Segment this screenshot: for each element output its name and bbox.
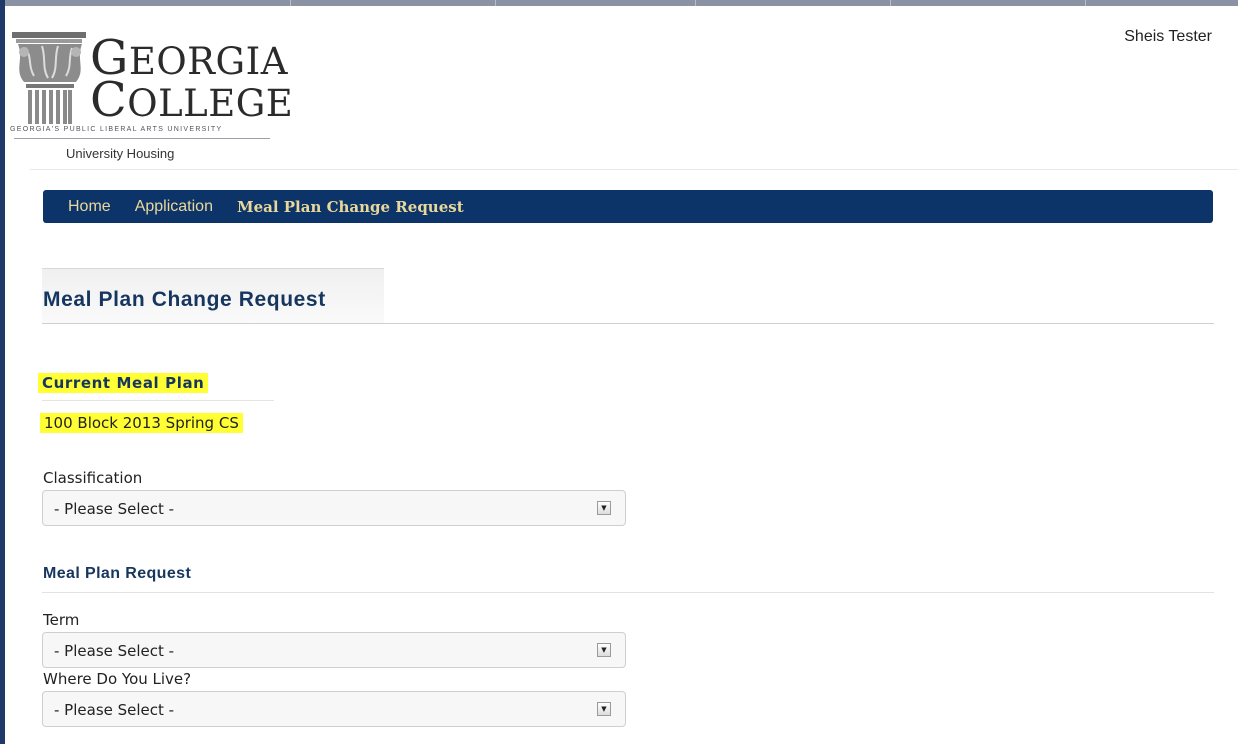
term-select[interactable]: - Please Select - ▼ [42, 632, 626, 668]
residence-select-value: - Please Select - [54, 701, 175, 719]
page-title: Meal Plan Change Request [43, 288, 326, 311]
main-nav: Home Application Meal Plan Change Reques… [43, 190, 1213, 223]
chevron-down-icon[interactable]: ▼ [597, 702, 611, 716]
term-label: Term [43, 611, 80, 629]
residence-select[interactable]: - Please Select - ▼ [42, 691, 626, 727]
logo-tagline: GEORGIA'S PUBLIC LIBERAL ARTS UNIVERSITY [10, 126, 223, 133]
header-divider [30, 169, 1238, 170]
current-meal-plan-divider [42, 400, 274, 401]
logo-word-college: COLLEGE [90, 72, 294, 128]
georgia-college-logo[interactable]: GEORGIA COLLEGE GEORGIA'S PUBLIC LIBERAL… [10, 30, 293, 170]
chevron-down-icon[interactable]: ▼ [597, 501, 611, 515]
meal-plan-request-heading: Meal Plan Request [43, 565, 192, 582]
current-meal-plan-label: Current Meal Plan [38, 373, 209, 393]
left-border [0, 0, 5, 744]
section-divider [42, 592, 1214, 593]
nav-home[interactable]: Home [68, 198, 111, 216]
nav-application[interactable]: Application [135, 198, 213, 216]
term-select-value: - Please Select - [54, 642, 175, 660]
residence-label: Where Do You Live? [43, 670, 192, 688]
logo-divider [14, 138, 270, 139]
chevron-down-icon[interactable]: ▼ [597, 643, 611, 657]
site-header: GEORGIA COLLEGE GEORGIA'S PUBLIC LIBERAL… [6, 6, 1238, 174]
current-meal-plan-value-text: 100 Block 2013 Spring CS [40, 413, 243, 433]
user-name[interactable]: Sheis Tester [1124, 28, 1212, 46]
current-meal-plan-label-text: Current Meal Plan [38, 373, 209, 393]
title-divider [42, 323, 1214, 324]
classification-select-value: - Please Select - [54, 500, 175, 518]
column-capital-icon [12, 32, 86, 124]
classification-select[interactable]: - Please Select - ▼ [42, 490, 626, 526]
classification-label: Classification [43, 469, 143, 487]
nav-meal-plan-change-request[interactable]: Meal Plan Change Request [237, 198, 464, 216]
current-meal-plan-value: 100 Block 2013 Spring CS [40, 413, 243, 433]
logo-subtitle: University Housing [66, 146, 175, 161]
